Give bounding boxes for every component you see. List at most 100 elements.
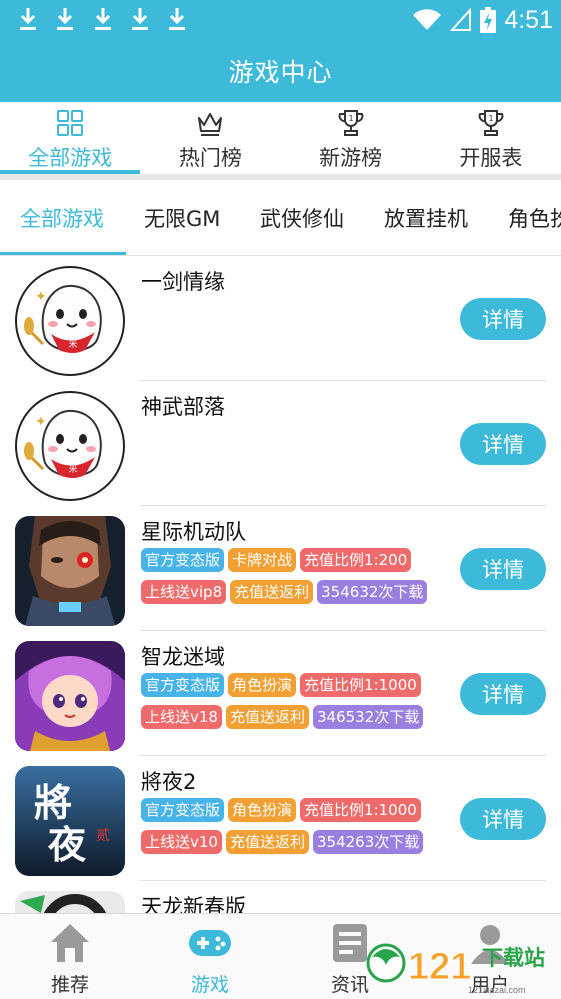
list-item[interactable]: 米 ✦ 一剑情缘 详情 bbox=[0, 256, 561, 381]
game-name: 天龙新春版 bbox=[141, 895, 246, 913]
svg-text:✦: ✦ bbox=[35, 289, 47, 305]
game-list[interactable]: 米 ✦ 一剑情缘 详情 米 ✦ 神武部落 详情 星际机动队 官方变态版 卡牌对战… bbox=[0, 256, 561, 913]
tag-row: 上线送vip8 充值送返利 354632次下载 bbox=[141, 580, 428, 604]
game-name: 智龙迷域 bbox=[141, 645, 225, 669]
tag-row: 官方变态版 卡牌对战 充值比例1:200 bbox=[141, 548, 412, 572]
icon-text-2: 夜 bbox=[47, 822, 87, 867]
tab-new-ranking[interactable]: 1 新游榜 bbox=[281, 102, 421, 174]
svg-text:米: 米 bbox=[68, 463, 77, 475]
tag: 卡牌对战 bbox=[228, 548, 297, 572]
status-bar: 4:51 bbox=[0, 0, 561, 40]
clock: 4:51 bbox=[504, 5, 553, 34]
details-button[interactable]: 详情 bbox=[460, 548, 546, 590]
download-icon bbox=[57, 8, 73, 30]
signal-icon bbox=[450, 8, 472, 31]
tag: 充值比例1:1000 bbox=[300, 673, 421, 697]
category-tab-all[interactable]: 全部游戏 bbox=[20, 180, 104, 255]
tag: 角色扮演 bbox=[228, 673, 297, 697]
download-icon bbox=[20, 8, 36, 30]
cyborg-hero-icon bbox=[15, 516, 125, 626]
news-icon bbox=[333, 924, 367, 962]
tag: 354263次下载 bbox=[312, 830, 424, 854]
game-name: 一剑情缘 bbox=[141, 270, 225, 294]
game-icon: 米 ✦ bbox=[15, 391, 125, 501]
game-icon bbox=[15, 516, 125, 626]
game-icon bbox=[15, 891, 125, 913]
tag: 346532次下载 bbox=[312, 705, 424, 729]
category-tab-idle[interactable]: 放置挂机 bbox=[384, 180, 468, 255]
category-tab-wuxia[interactable]: 武侠修仙 bbox=[260, 180, 344, 255]
tag-row: 上线送v10 充值送返利 354263次下载 bbox=[141, 830, 424, 854]
tag: 上线送v10 bbox=[141, 830, 222, 854]
tag: 上线送vip8 bbox=[141, 580, 227, 604]
details-button[interactable]: 详情 bbox=[460, 798, 546, 840]
game-name: 星际机动队 bbox=[141, 520, 246, 544]
tab-server-schedule[interactable]: 1 开服表 bbox=[421, 102, 561, 174]
bottom-nav: 推荐 游戏 资讯 用户 bbox=[0, 913, 561, 999]
game-name: 神武部落 bbox=[141, 395, 225, 419]
details-button[interactable]: 详情 bbox=[460, 423, 546, 465]
game-name: 將夜2 bbox=[141, 770, 197, 794]
nav-user[interactable]: 用户 bbox=[420, 914, 560, 999]
nav-recommend[interactable]: 推荐 bbox=[0, 914, 140, 999]
dragon-ring-icon bbox=[15, 891, 125, 913]
list-item[interactable]: 米 ✦ 神武部落 详情 bbox=[0, 381, 561, 506]
wifi-icon bbox=[413, 9, 442, 31]
nav-label: 游戏 bbox=[190, 974, 229, 996]
nav-label: 推荐 bbox=[50, 974, 89, 996]
trophy-icon: 1 bbox=[478, 110, 504, 136]
game-icon: 將 夜 贰 bbox=[15, 766, 125, 876]
tag: 354632次下载 bbox=[317, 580, 428, 604]
grid-icon bbox=[57, 110, 84, 136]
home-icon bbox=[51, 924, 89, 962]
tab-hot-ranking[interactable]: 热门榜 bbox=[140, 102, 280, 174]
gamepad-icon bbox=[189, 930, 231, 956]
tab-label: 开服表 bbox=[459, 146, 523, 170]
dragon-girl-icon bbox=[15, 641, 125, 751]
user-icon bbox=[471, 925, 509, 964]
list-item[interactable]: 將 夜 贰 將夜2 官方变态版 角色扮演 充值比例1:1000 上线送v10 充… bbox=[0, 756, 561, 881]
active-tab-indicator bbox=[0, 252, 126, 255]
nav-games[interactable]: 游戏 bbox=[140, 914, 280, 999]
category-tab-rpg[interactable]: 角色扮演 bbox=[508, 180, 561, 255]
download-icon bbox=[95, 8, 111, 30]
details-button[interactable]: 详情 bbox=[460, 673, 546, 715]
tag: 官方变态版 bbox=[141, 548, 225, 572]
calligraphy-logo-icon: 將 夜 贰 bbox=[15, 766, 125, 876]
svg-text:米: 米 bbox=[68, 338, 77, 350]
category-tabs: 全部游戏 无限GM 武侠修仙 放置挂机 角色扮演 bbox=[0, 180, 561, 256]
tag-row: 上线送v18 充值送返利 346532次下载 bbox=[141, 705, 424, 729]
tag: 充值比例1:200 bbox=[300, 548, 412, 572]
tag: 角色扮演 bbox=[228, 798, 297, 822]
download-icon bbox=[169, 8, 185, 30]
top-tabs: 全部游戏 热门榜 1 新游榜 1 开服表 bbox=[0, 102, 561, 174]
title-bar: 游戏中心 bbox=[0, 40, 561, 102]
list-item[interactable]: 星际机动队 官方变态版 卡牌对战 充值比例1:200 上线送vip8 充值送返利… bbox=[0, 506, 561, 631]
tag: 官方变态版 bbox=[141, 798, 225, 822]
tab-all-games[interactable]: 全部游戏 bbox=[0, 102, 141, 174]
details-button[interactable]: 详情 bbox=[460, 298, 546, 340]
page-title: 游戏中心 bbox=[228, 58, 333, 87]
nav-news[interactable]: 资讯 bbox=[280, 914, 420, 999]
tag: 上线送v18 bbox=[141, 705, 222, 729]
game-icon bbox=[15, 641, 125, 751]
nav-label: 用户 bbox=[470, 974, 509, 996]
tab-label: 热门榜 bbox=[178, 146, 242, 170]
rice-mascot-icon: 米 ✦ bbox=[15, 266, 125, 376]
list-item[interactable]: 智龙迷域 官方变态版 角色扮演 充值比例1:1000 上线送v18 充值送返利 … bbox=[0, 631, 561, 756]
tab-label: 全部游戏 bbox=[28, 146, 113, 170]
svg-text:1: 1 bbox=[488, 114, 493, 123]
tag: 充值比例1:1000 bbox=[300, 798, 421, 822]
tab-label: 新游榜 bbox=[319, 146, 383, 170]
icon-badge: 贰 bbox=[96, 827, 110, 844]
list-item[interactable]: 天龙新春版 bbox=[0, 881, 561, 913]
battery-charging-icon bbox=[480, 7, 497, 33]
category-tab-unlimited-gm[interactable]: 无限GM bbox=[144, 180, 220, 255]
nav-label: 资讯 bbox=[330, 974, 369, 996]
tag-row: 官方变态版 角色扮演 充值比例1:1000 bbox=[141, 673, 421, 697]
tag: 官方变态版 bbox=[141, 673, 225, 697]
svg-text:1: 1 bbox=[348, 114, 353, 123]
tag: 充值送返利 bbox=[230, 580, 314, 604]
tag: 充值送返利 bbox=[225, 705, 309, 729]
tag-row: 官方变态版 角色扮演 充值比例1:1000 bbox=[141, 798, 421, 822]
